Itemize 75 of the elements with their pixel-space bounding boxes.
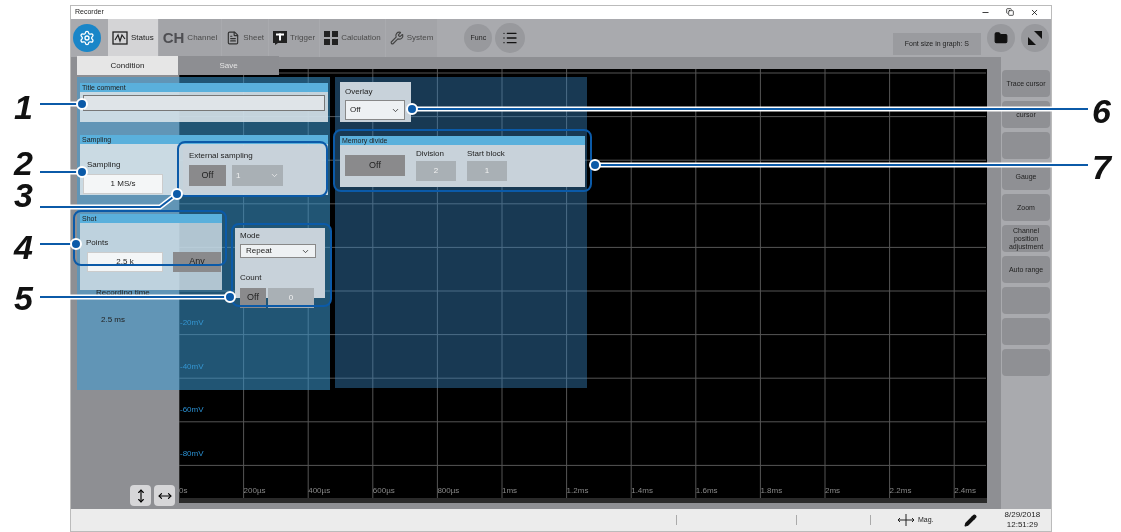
x-axis-label: 400µs xyxy=(308,485,331,497)
x-axis-label: 1.8ms xyxy=(760,485,783,497)
sampling-value-field[interactable]: 1 MS/s xyxy=(83,174,163,194)
x-axis-label: 0s xyxy=(179,485,188,497)
field-label: Sampling xyxy=(87,160,121,169)
settings-icon xyxy=(79,30,95,46)
x-axis-label: 200µs xyxy=(243,485,266,497)
field-label: Mode xyxy=(240,230,261,242)
callout-number: 4 xyxy=(14,230,33,264)
callout-number: 2 xyxy=(14,146,33,180)
recording-time-value: 2.5 ms xyxy=(101,315,125,324)
sub-tab[interactable]: Condition xyxy=(77,56,178,75)
status-time: 12:51:29 xyxy=(1006,520,1038,530)
toolbar-tab[interactable]: Calculation xyxy=(320,19,385,57)
x-axis-label: 1.4ms xyxy=(631,485,653,497)
ch-logo-text: CH xyxy=(162,27,185,48)
sheet-icon xyxy=(226,31,241,45)
pen-icon xyxy=(963,513,977,527)
field-label: Division xyxy=(416,148,445,160)
leader-line xyxy=(39,166,88,178)
chevron-icon xyxy=(270,171,279,180)
folder-button[interactable] xyxy=(987,24,1015,52)
callout-number: 7 xyxy=(1092,150,1111,184)
title-comment-input[interactable] xyxy=(83,95,325,111)
field-label: Start block xyxy=(467,148,506,160)
x-axis-label: 600µs xyxy=(372,485,395,497)
sub-tab[interactable]: Save xyxy=(178,56,279,75)
expand-button[interactable] xyxy=(1021,24,1049,52)
x-axis-label: 2ms xyxy=(825,485,841,497)
y-axis-label: -20mV xyxy=(180,317,204,329)
horizontal-scale-button[interactable] xyxy=(154,485,175,506)
field-label: Count xyxy=(240,273,262,282)
settings-button[interactable] xyxy=(73,24,101,52)
toolbar-tab[interactable]: Status xyxy=(108,19,158,57)
field-label: Points xyxy=(86,238,109,247)
wrench-icon xyxy=(389,31,404,45)
restore-icon[interactable] xyxy=(1006,8,1014,16)
memory-divide-toggle[interactable]: Off xyxy=(345,155,405,176)
field-label: Recording time xyxy=(96,288,150,297)
field-label: External sampling xyxy=(189,150,254,162)
magnify-axes-icon xyxy=(897,513,915,527)
close-icon[interactable] xyxy=(1030,8,1039,17)
x-axis-label: 1.2ms xyxy=(566,485,589,497)
x-axis-label: 800µs xyxy=(437,485,460,497)
scroll-bar[interactable] xyxy=(179,498,987,503)
status-date: 8/29/2018 xyxy=(1004,510,1041,520)
leader-line xyxy=(39,238,82,250)
toolbar-tab[interactable]: System xyxy=(385,19,438,57)
field-label: Overlay xyxy=(345,86,374,98)
x-axis-label: 1.6ms xyxy=(695,485,718,497)
vertical-scale-button[interactable] xyxy=(130,485,151,506)
expand-icon xyxy=(1028,31,1042,45)
x-axis-label: 2.4ms xyxy=(954,485,976,497)
toolbar-tab[interactable]: Sheet xyxy=(222,19,269,57)
points-field[interactable]: 2.5 k xyxy=(87,252,163,272)
overlay-dropdown[interactable]: Off xyxy=(345,100,405,120)
x-axis-label: 2.2ms xyxy=(889,485,912,497)
calculator-icon xyxy=(324,31,339,45)
leader-line xyxy=(39,98,88,110)
y-axis-label: -60mV xyxy=(180,404,204,417)
mode-dropdown[interactable]: Repeat xyxy=(240,244,316,258)
toolbar-tab[interactable]: Trigger xyxy=(269,19,320,57)
callout-number: 3 xyxy=(14,178,33,212)
waveform-icon xyxy=(112,31,128,45)
y-axis-label: -80mV xyxy=(180,447,204,460)
x-axis-label: 1ms xyxy=(502,485,518,497)
folder-icon xyxy=(994,31,1008,45)
callout-number: 6 xyxy=(1092,94,1111,128)
list-button[interactable] xyxy=(495,23,526,53)
callout-number: 5 xyxy=(14,281,33,315)
callout-number: 1 xyxy=(14,90,33,124)
list-icon xyxy=(502,30,519,46)
y-axis-label: -40mV xyxy=(180,360,204,373)
trigger-icon xyxy=(273,31,288,45)
count-toggle[interactable]: Off xyxy=(240,288,266,308)
